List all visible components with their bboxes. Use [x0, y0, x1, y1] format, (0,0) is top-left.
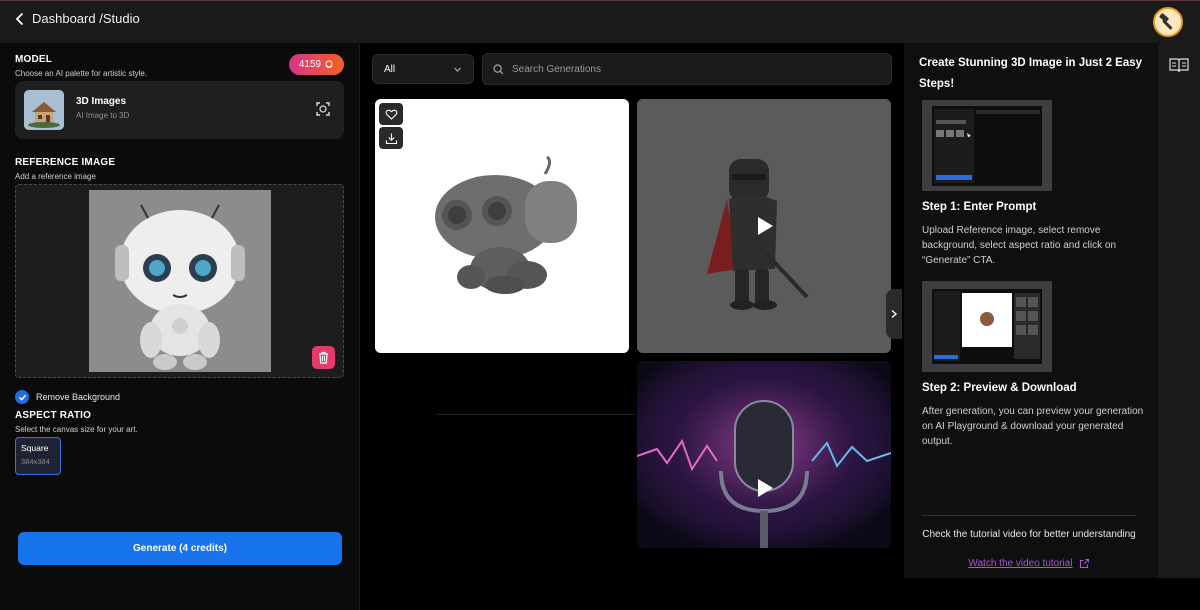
model-subtitle: Choose an AI palette for artistic style. [15, 69, 148, 78]
aspect-subtitle: Select the canvas size for your art. [15, 425, 138, 434]
search-bar[interactable] [482, 53, 892, 85]
play-button[interactable] [744, 468, 784, 508]
credits-badge: 4159 [289, 54, 344, 75]
generation-card[interactable] [375, 99, 629, 353]
aspect-option-square[interactable]: Square 384x384 [15, 437, 61, 475]
play-icon [758, 217, 773, 235]
model-name: 3D Images [76, 96, 127, 107]
divider [435, 414, 635, 415]
generation-card[interactable] [637, 99, 891, 353]
side-rail [1158, 43, 1200, 578]
divider [922, 515, 1136, 516]
play-button[interactable] [744, 206, 784, 246]
model-description: AI Image to 3D [76, 111, 130, 120]
microphone-video-thumbnail [637, 361, 891, 548]
guide-title: Create Stunning 3D Image in Just 2 Easy … [919, 57, 1143, 90]
external-link-icon [1079, 558, 1089, 569]
aspect-option-size: 384x384 [21, 457, 50, 466]
step1-screenshot [922, 100, 1052, 191]
aspect-option-name: Square [21, 443, 49, 453]
book-icon[interactable] [1168, 54, 1190, 76]
step2-title: Step 2: Preview & Download [922, 382, 1077, 394]
reference-dropzone[interactable] [15, 184, 344, 378]
robot-3d-model [375, 99, 629, 353]
chevron-down-icon [454, 67, 461, 72]
step2-description: After generation, you can preview your g… [922, 406, 1144, 447]
search-input[interactable] [512, 63, 872, 75]
top-bar: Dashboard /Studio [0, 0, 1200, 43]
reference-subtitle: Add a reference image [15, 172, 96, 181]
checkbox[interactable] [15, 390, 29, 404]
aspect-heading: ASPECT RATIO [15, 410, 92, 421]
chevron-right-icon [891, 309, 898, 319]
gallery: All [360, 43, 904, 610]
guide-panel: Create Stunning 3D Image in Just 2 Easy … [904, 43, 1158, 578]
filter-value: All [384, 63, 396, 75]
reference-image [89, 190, 271, 372]
credits-count: 4159 [298, 59, 322, 70]
search-icon [493, 63, 504, 74]
play-icon [758, 479, 773, 497]
tutorial-help-text: Check the tutorial video for better unde… [922, 529, 1136, 540]
delete-image-button[interactable] [312, 346, 335, 369]
hammer-icon [1159, 13, 1173, 30]
check-icon [18, 394, 26, 401]
remove-background-toggle[interactable]: Remove Background [15, 390, 120, 404]
model-thumbnail [24, 90, 64, 130]
toggle-guide-button[interactable] [886, 289, 902, 339]
model-heading: MODEL [15, 54, 53, 65]
settings-panel: MODEL Choose an AI palette for artistic … [0, 43, 360, 610]
download-button[interactable] [379, 127, 403, 149]
switch-model-icon[interactable] [314, 100, 332, 118]
step2-screenshot [922, 281, 1052, 372]
model-selector[interactable]: 3D Images AI Image to 3D [15, 81, 344, 139]
heart-icon [385, 109, 397, 120]
step1-description: Upload Reference image, select remove ba… [922, 225, 1116, 266]
step1-title: Step 1: Enter Prompt [922, 201, 1037, 213]
remove-background-label: Remove Background [36, 392, 121, 402]
coins-icon [325, 60, 333, 68]
generation-card[interactable] [637, 361, 891, 548]
reference-heading: REFERENCE IMAGE [15, 157, 116, 168]
trash-icon [319, 351, 328, 364]
back-button[interactable]: Dashboard /Studio [14, 11, 140, 26]
tutorial-link-label: Watch the video tutorial [968, 558, 1073, 569]
chevron-left-icon [15, 12, 23, 25]
generate-button[interactable]: Generate (4 credits) [18, 532, 342, 565]
favorite-button[interactable] [379, 103, 403, 125]
tutorial-link[interactable]: Watch the video tutorial [922, 558, 1136, 569]
avatar[interactable] [1153, 7, 1183, 37]
download-icon [385, 133, 397, 144]
filter-dropdown[interactable]: All [372, 54, 474, 84]
breadcrumb: Dashboard /Studio [32, 11, 140, 26]
